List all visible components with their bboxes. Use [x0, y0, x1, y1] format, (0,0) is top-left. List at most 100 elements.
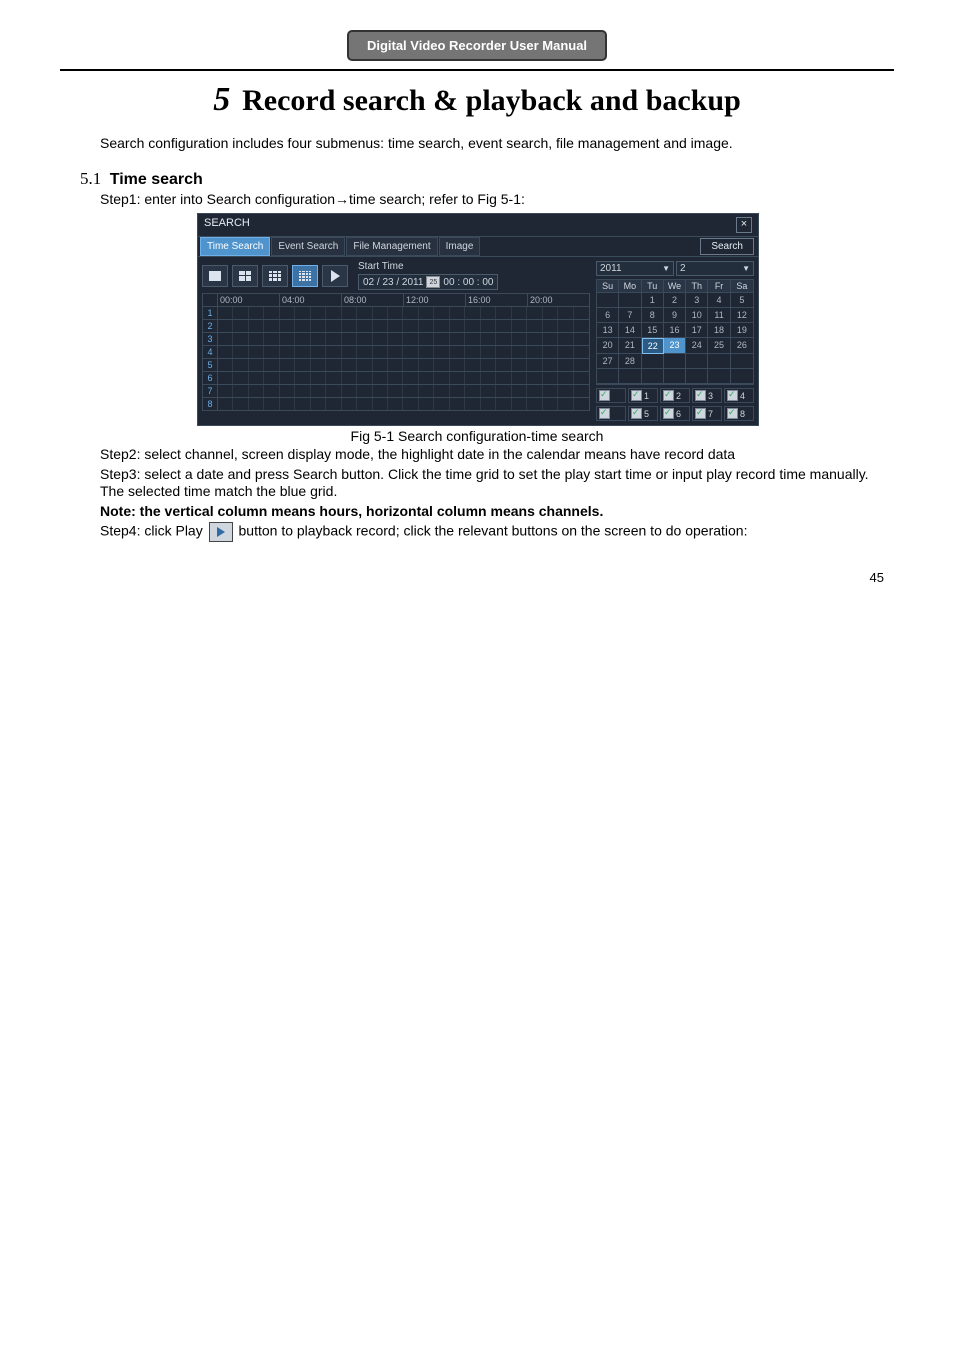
view-1up-button[interactable] — [202, 265, 228, 287]
arrow-icon: → — [335, 191, 349, 207]
ch-7[interactable]: 7 — [692, 406, 722, 421]
cal-wd: Fr — [708, 280, 730, 293]
calendar-day: . — [708, 354, 730, 369]
month-select[interactable]: 2▼ — [676, 261, 754, 276]
month-value: 2 — [680, 263, 686, 274]
tab-time-search[interactable]: Time Search — [200, 237, 270, 256]
calendar-day[interactable]: 21 — [619, 338, 641, 354]
view-4up-button[interactable] — [232, 265, 258, 287]
play-icon — [331, 270, 340, 282]
checkbox-icon — [663, 408, 674, 419]
calendar-day[interactable]: 9 — [664, 308, 686, 323]
calendar[interactable]: Su Mo Tu We Th Fr Sa ..12345678910111213… — [596, 279, 754, 385]
step4-prefix: Step4: click Play — [100, 523, 207, 539]
search-button[interactable]: Search — [700, 238, 754, 255]
calendar-day[interactable]: 17 — [686, 323, 708, 338]
section-heading: 5.1 Time search — [80, 169, 894, 189]
calendar-day: . — [686, 369, 708, 384]
calendar-day[interactable]: 11 — [708, 308, 730, 323]
tab-image[interactable]: Image — [439, 237, 481, 256]
step3: Step3: select a date and press Search bu… — [100, 466, 894, 501]
tl-hour-3: 12:00 — [404, 294, 466, 306]
calendar-day[interactable]: 18 — [708, 323, 730, 338]
tl-hour-0: 00:00 — [218, 294, 280, 306]
tab-event-search[interactable]: Event Search — [271, 237, 345, 256]
calendar-day[interactable]: 8 — [642, 308, 664, 323]
doc-title-bar: Digital Video Recorder User Manual — [347, 30, 607, 61]
step2: Step2: select channel, screen display mo… — [100, 446, 894, 464]
calendar-day[interactable]: 7 — [619, 308, 641, 323]
search-dialog: SEARCH × Time Search Event Search File M… — [197, 213, 759, 426]
channel-select-row2: 5 6 7 8 — [596, 406, 754, 421]
play-inline-icon — [209, 522, 233, 542]
tl-row-label: 3 — [203, 333, 218, 345]
view-9up-button[interactable] — [262, 265, 288, 287]
tab-file-management[interactable]: File Management — [346, 237, 437, 256]
calendar-day[interactable]: 28 — [619, 354, 641, 369]
chevron-down-icon: ▼ — [662, 264, 670, 273]
step1-prefix: Step1: enter into Search configuration — [100, 191, 335, 207]
cal-wd: Mo — [619, 280, 641, 293]
ch-all-top[interactable] — [596, 388, 626, 403]
calendar-day: . — [731, 354, 753, 369]
tl-hour-1: 04:00 — [280, 294, 342, 306]
calendar-day[interactable]: 27 — [597, 354, 619, 369]
calendar-day[interactable]: 10 — [686, 308, 708, 323]
tl-row-label: 6 — [203, 372, 218, 384]
intro-text: Search configuration includes four subme… — [100, 135, 894, 151]
ch-8[interactable]: 8 — [724, 406, 754, 421]
tl-row-label: 7 — [203, 385, 218, 397]
ch-6[interactable]: 6 — [660, 406, 690, 421]
tl-hour-5: 20:00 — [528, 294, 589, 306]
calendar-day[interactable]: 24 — [686, 338, 708, 354]
calendar-day[interactable]: 14 — [619, 323, 641, 338]
calendar-day[interactable]: 25 — [708, 338, 730, 354]
ch-all-bottom[interactable] — [596, 406, 626, 421]
ch-3[interactable]: 3 — [692, 388, 722, 403]
calendar-day[interactable]: 4 — [708, 293, 730, 308]
calendar-day[interactable]: 16 — [664, 323, 686, 338]
channel-select-row1: 1 2 3 4 — [596, 388, 754, 403]
step1-suffix: time search; refer to Fig 5-1: — [349, 191, 525, 207]
header-rule — [60, 69, 894, 71]
calendar-day[interactable]: 3 — [686, 293, 708, 308]
start-time-field[interactable]: 02 / 23 / 2011 25 00 : 00 : 00 — [358, 274, 498, 290]
start-time-label: Start Time — [358, 261, 498, 272]
ch-5[interactable]: 5 — [628, 406, 658, 421]
section-number: 5.1 — [80, 169, 101, 188]
calendar-day[interactable]: 12 — [731, 308, 753, 323]
cal-wd: Th — [686, 280, 708, 293]
note: Note: the vertical column means hours, h… — [100, 503, 894, 521]
calendar-day: . — [597, 293, 619, 308]
ch-1[interactable]: 1 — [628, 388, 658, 403]
checkbox-icon — [695, 408, 706, 419]
calendar-day[interactable]: 26 — [731, 338, 753, 354]
figure-caption: Fig 5-1 Search configuration-time search — [60, 428, 894, 444]
ch-4[interactable]: 4 — [724, 388, 754, 403]
figure-5-1: SEARCH × Time Search Event Search File M… — [197, 213, 757, 426]
chapter-title: Record search & playback and backup — [242, 84, 741, 117]
calendar-day[interactable]: 13 — [597, 323, 619, 338]
calendar-day: . — [708, 369, 730, 384]
start-date-value: 02 / 23 / 2011 — [363, 277, 423, 288]
calendar-day[interactable]: 19 — [731, 323, 753, 338]
checkbox-icon — [695, 390, 706, 401]
section-title: Time search — [110, 171, 203, 188]
ch-2[interactable]: 2 — [660, 388, 690, 403]
calendar-day: . — [597, 369, 619, 384]
view-16up-button[interactable] — [292, 265, 318, 287]
calendar-day[interactable]: 20 — [597, 338, 619, 354]
calendar-day[interactable]: 5 — [731, 293, 753, 308]
calendar-day[interactable]: 15 — [642, 323, 664, 338]
play-button[interactable] — [322, 265, 348, 287]
year-select[interactable]: 2011▼ — [596, 261, 674, 276]
calendar-day[interactable]: 6 — [597, 308, 619, 323]
close-icon[interactable]: × — [736, 217, 752, 233]
calendar-day[interactable]: 1 — [642, 293, 664, 308]
calendar-day[interactable]: 22 — [642, 338, 664, 354]
calendar-day: . — [664, 354, 686, 369]
timeline-grid[interactable]: 00:00 04:00 08:00 12:00 16:00 20:00 1 2 … — [202, 293, 590, 411]
calendar-icon[interactable]: 25 — [426, 276, 440, 288]
calendar-day[interactable]: 23 — [664, 338, 686, 354]
calendar-day[interactable]: 2 — [664, 293, 686, 308]
